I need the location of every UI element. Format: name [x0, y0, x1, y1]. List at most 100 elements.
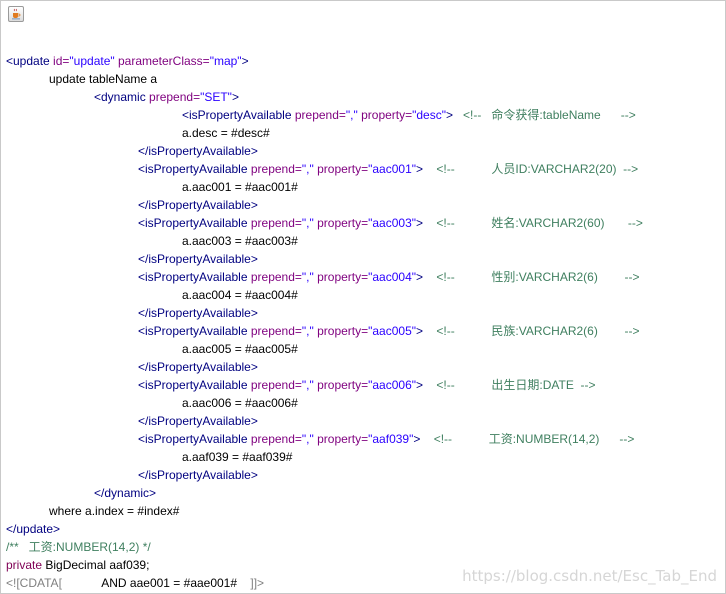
code-token: a.aaf039 = #aaf039#: [182, 450, 293, 464]
code-token: </isPropertyAvailable>: [138, 306, 258, 320]
code-line: </isPropertyAvailable>: [138, 467, 258, 483]
code-token: <!-- 姓名:VARCHAR2(60) -->: [423, 216, 643, 230]
code-token: "aac005": [368, 324, 417, 338]
code-token: "update": [69, 54, 115, 68]
code-token: </isPropertyAvailable>: [138, 252, 258, 266]
code-token: ",": [301, 324, 314, 338]
code-token: "SET": [200, 90, 232, 104]
java-cup-icon[interactable]: [8, 6, 24, 22]
code-token: >: [416, 270, 424, 284]
code-line: <isPropertyAvailable prepend="," propert…: [138, 377, 596, 393]
code-line: /** 工资:NUMBER(14,2) */: [6, 539, 151, 555]
code-line: <isPropertyAvailable prepend="," propert…: [138, 161, 638, 177]
code-token: >: [416, 324, 424, 338]
code-token: ",": [301, 270, 314, 284]
code-token: </isPropertyAvailable>: [138, 198, 258, 212]
code-line: a.aac005 = #aac005#: [182, 341, 298, 357]
code-token: <isPropertyAvailable: [138, 324, 251, 338]
code-token: ",": [301, 432, 314, 446]
code-token: prepend=: [250, 432, 302, 446]
code-token: >: [416, 216, 424, 230]
code-token: </dynamic>: [94, 486, 157, 500]
code-token: prepend=: [250, 270, 302, 284]
code-token: "desc": [412, 108, 446, 122]
code-line: update tableName a: [49, 71, 157, 87]
code-token: >: [416, 378, 424, 392]
code-token: update tableName a: [49, 72, 158, 86]
code-token: property=: [317, 162, 369, 176]
code-token: "aac003": [368, 216, 417, 230]
code-token: </isPropertyAvailable>: [138, 360, 258, 374]
code-line: <isPropertyAvailable prepend="," propert…: [138, 323, 640, 339]
code-token: /** 工资:NUMBER(14,2) */: [6, 540, 151, 554]
code-editor[interactable]: <update id="update" parameterClass="map"…: [1, 53, 725, 593]
code-token: <!-- 性别:VARCHAR2(6) -->: [423, 270, 640, 284]
code-line: </isPropertyAvailable>: [138, 143, 258, 159]
code-token: <!-- 工资:NUMBER(14,2) -->: [420, 432, 635, 446]
code-token: <!-- 出生日期:DATE -->: [423, 378, 596, 392]
code-token: <isPropertyAvailable: [138, 270, 251, 284]
watermark: https://blog.csdn.net/Esc_Tab_End: [462, 567, 717, 585]
code-token: property=: [317, 378, 369, 392]
code-token: property=: [317, 216, 369, 230]
code-line: a.aac004 = #aac004#: [182, 287, 298, 303]
code-token: a.aac001 = #aac001#: [182, 180, 298, 194]
code-line: </isPropertyAvailable>: [138, 197, 258, 213]
code-line: <![CDATA[ AND aae001 = #aae001# ]]>: [6, 575, 264, 591]
code-token: prepend=: [294, 108, 346, 122]
code-token: </isPropertyAvailable>: [138, 144, 258, 158]
code-line: a.aac001 = #aac001#: [182, 179, 298, 195]
code-line: a.aac006 = #aac006#: [182, 395, 298, 411]
code-token: <isPropertyAvailable: [138, 378, 251, 392]
code-line: </isPropertyAvailable>: [138, 305, 258, 321]
code-token: ",": [301, 162, 314, 176]
code-token: a.aac005 = #aac005#: [182, 342, 298, 356]
code-line: </isPropertyAvailable>: [138, 359, 258, 375]
code-token: ",": [345, 108, 358, 122]
code-token: >: [446, 108, 454, 122]
code-line: </isPropertyAvailable>: [138, 413, 258, 429]
code-token: "aac001": [368, 162, 417, 176]
code-line: <isPropertyAvailable prepend="," propert…: [138, 431, 634, 447]
code-token: property=: [317, 432, 369, 446]
code-token: <dynamic: [94, 90, 150, 104]
code-line: a.desc = #desc#: [182, 125, 270, 141]
code-token: prepend=: [250, 324, 302, 338]
code-line: </isPropertyAvailable>: [138, 251, 258, 267]
code-line: <isPropertyAvailable prepend="," propert…: [138, 269, 640, 285]
code-token: <!-- 命令获得:tableName -->: [453, 108, 636, 122]
code-token: "aaf039": [368, 432, 414, 446]
code-token: private: [6, 558, 43, 572]
code-token: >: [231, 90, 239, 104]
code-token: property=: [361, 108, 413, 122]
code-token: <!-- 人员ID:VARCHAR2(20) -->: [423, 162, 639, 176]
code-token: property=: [317, 324, 369, 338]
code-line: a.aac003 = #aac003#: [182, 233, 298, 249]
code-line: <dynamic prepend="SET">: [94, 89, 239, 105]
code-token: a.aac003 = #aac003#: [182, 234, 298, 248]
code-line: private BigDecimal aaf039;: [6, 557, 149, 573]
code-token: prepend=: [149, 90, 201, 104]
code-line: a.aaf039 = #aaf039#: [182, 449, 292, 465]
code-token: a.aac004 = #aac004#: [182, 288, 298, 302]
code-token: "aac006": [368, 378, 417, 392]
code-token: <isPropertyAvailable: [138, 162, 251, 176]
code-token: a.desc = #desc#: [182, 126, 270, 140]
code-token: prepend=: [250, 162, 302, 176]
code-line: <isPropertyAvailable prepend="," propert…: [182, 107, 636, 123]
code-token: property=: [317, 270, 369, 284]
code-token: prepend=: [250, 216, 302, 230]
code-token: "map": [209, 54, 242, 68]
code-token: parameterClass=: [117, 54, 210, 68]
code-token: <![CDATA[: [6, 576, 62, 590]
code-line: <isPropertyAvailable prepend="," propert…: [138, 215, 643, 231]
toolbar: [1, 1, 725, 27]
code-line: </dynamic>: [94, 485, 156, 501]
code-token: <isPropertyAvailable: [138, 216, 251, 230]
code-token: id=: [53, 54, 70, 68]
code-token: </update>: [6, 522, 61, 536]
code-token: >: [416, 162, 424, 176]
code-token: where a.index = #index#: [49, 504, 180, 518]
code-token: prepend=: [250, 378, 302, 392]
code-token: BigDecimal aaf039;: [42, 558, 150, 572]
